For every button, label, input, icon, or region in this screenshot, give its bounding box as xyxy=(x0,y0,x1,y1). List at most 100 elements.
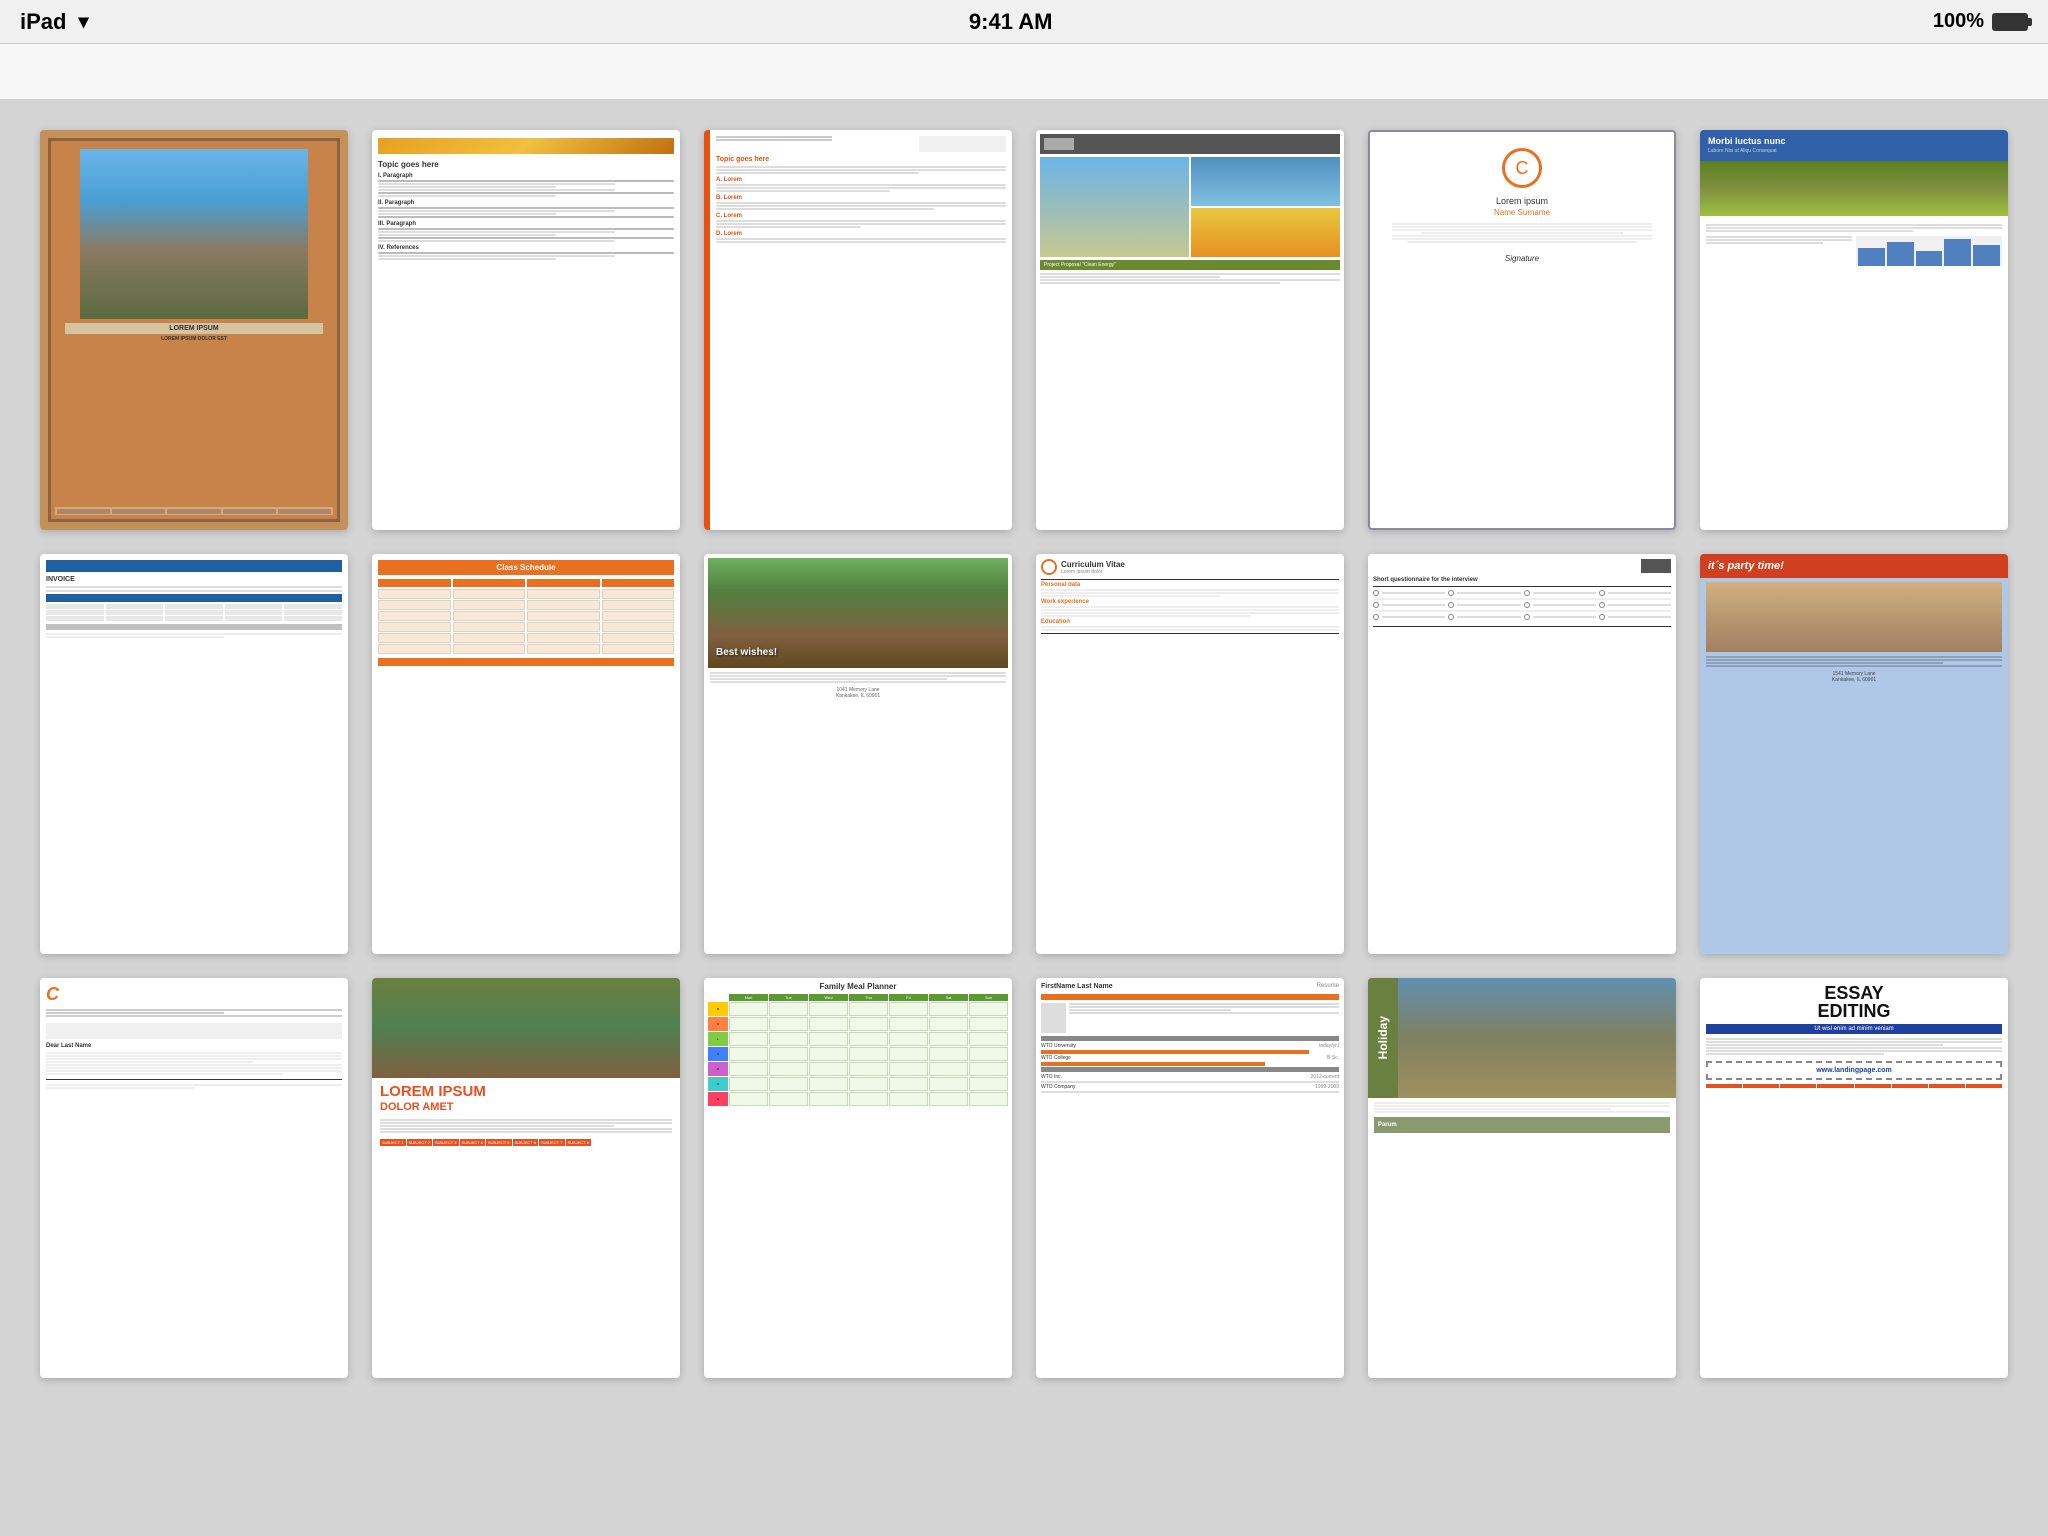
cv-title: Curriculum Vitae xyxy=(1061,560,1125,569)
letterhead-signature: Signature xyxy=(1505,254,1539,263)
cv-section-work: Work experience xyxy=(1041,599,1339,605)
schedule-row xyxy=(378,622,674,632)
schedule-row xyxy=(378,589,674,599)
orange-doc-title: Topic goes here xyxy=(716,156,1006,163)
schedule-row xyxy=(378,600,674,610)
meal-planner-title: Family Meal Planner xyxy=(708,982,1008,991)
template-resume[interactable]: FirstName Last Name Resume WTO Universit… xyxy=(1036,978,1344,1378)
newsletter-subtitle: Labore Nisi ut Aliqu Consequat xyxy=(1708,148,2000,154)
meal-planner-grid: B S xyxy=(708,1002,1008,1106)
essay-title: ESSAYEDITING xyxy=(1706,984,2002,1020)
letter-logo: C xyxy=(46,984,342,1005)
cv-section-personal: Personal data xyxy=(1041,582,1339,588)
template-holiday[interactable]: Holiday Parum xyxy=(1368,978,1676,1378)
resume-label: Resume xyxy=(1317,983,1339,990)
template-newsletter[interactable]: Morbi luctus nunc Labore Nisi ut Aliqu C… xyxy=(1700,130,2008,530)
invoice-total xyxy=(46,624,342,630)
template-business-letter[interactable]: C Dear Last Name xyxy=(40,978,348,1378)
corkboard-strip xyxy=(55,507,333,515)
navigation-bar xyxy=(0,44,2048,100)
corkboard-title: LOREM IPSUM xyxy=(65,323,322,334)
template-invoice[interactable]: INVOICE xyxy=(40,554,348,954)
schedule-col-period xyxy=(378,579,451,587)
topic-section-4: IV. References xyxy=(378,245,674,251)
resume-photo xyxy=(1041,1003,1066,1033)
corkboard-subtitle: LOREM IPSUM DOLOR EST xyxy=(51,336,337,342)
greeting-card-image: Best wishes! xyxy=(708,558,1008,668)
template-orange-border[interactable]: Topic goes here A. Lorem B. Lorem C. Lor… xyxy=(704,130,1012,530)
invoice-title: INVOICE xyxy=(46,576,342,583)
schedule-title: Class Schedule xyxy=(378,560,674,575)
invoice-header xyxy=(46,560,342,572)
flyer-title: LOREM IPSUM xyxy=(380,1084,672,1101)
invoice-table-header xyxy=(46,594,342,602)
letter-salutation: Dear Last Name xyxy=(46,1043,342,1049)
essay-website-box: www.landingpage.com xyxy=(1706,1061,2002,1080)
party-title: it´s party time! xyxy=(1708,560,2000,572)
questionnaire-logo xyxy=(1641,559,1671,573)
schedule-footer xyxy=(378,658,674,666)
template-project-proposal[interactable]: Project Proposal "Clean Energy" xyxy=(1036,130,1344,530)
topic-section-1: I. Paragraph xyxy=(378,173,674,179)
template-party-invitation[interactable]: it´s party time! 1541 Memory LaneKankake… xyxy=(1700,554,2008,954)
resume-name: FirstName Last Name xyxy=(1041,983,1113,990)
schedule-row xyxy=(378,611,674,621)
proposal-logo xyxy=(1044,138,1074,150)
battery-percent: 100% xyxy=(1933,10,1984,33)
party-photo xyxy=(1706,582,2002,652)
letter-recipient xyxy=(46,1023,342,1039)
template-greeting-card[interactable]: Best wishes! 1041 Memory LaneKankakee, I… xyxy=(704,554,1012,954)
greeting-card-address: 1041 Memory LaneKankakee, IL 60901 xyxy=(710,687,1006,699)
wifi-icon: ▾ xyxy=(78,9,88,34)
holiday-title: Holiday xyxy=(1376,1016,1390,1059)
essay-website: www.landingpage.com xyxy=(1712,1067,1996,1074)
corkboard-photo xyxy=(80,149,309,319)
topic-section-3: III. Paragraph xyxy=(378,221,674,227)
template-corkboard[interactable]: LOREM IPSUM LOREM IPSUM DOLOR EST xyxy=(40,130,348,530)
flyer-subtitle: DOLOR AMET xyxy=(380,1101,672,1113)
holiday-image: Holiday xyxy=(1368,978,1676,1098)
greeting-card-text: Best wishes! xyxy=(716,647,777,658)
battery-icon xyxy=(1992,13,2028,31)
status-right: 100% xyxy=(1933,10,2028,33)
document-grid: LOREM IPSUM LOREM IPSUM DOLOR EST Topic … xyxy=(40,130,2008,1378)
status-left: iPad ▾ xyxy=(20,9,89,35)
questionnaire-title: Short questionnaire for the interview xyxy=(1373,577,1671,583)
topic-section-2: II. Paragraph xyxy=(378,200,674,206)
flyer-image xyxy=(372,978,680,1078)
device-label: iPad xyxy=(20,9,66,35)
proposal-title: Project Proposal "Clean Energy" xyxy=(1040,260,1340,270)
letterhead-subtitle: Name Surname xyxy=(1494,208,1550,217)
schedule-row xyxy=(378,633,674,643)
newsletter-title: Morbi luctus nunc xyxy=(1708,136,2000,146)
essay-subtitle: Ut wisl enim ad minim veniam xyxy=(1706,1024,2002,1034)
parum-text: Parum xyxy=(1378,1122,1397,1128)
status-bar: iPad ▾ 9:41 AM 100% xyxy=(0,0,2048,44)
template-cv[interactable]: Curriculum Vitae Lorem ipsum dolor Perso… xyxy=(1036,554,1344,954)
cv-section-education: Education xyxy=(1041,619,1339,625)
template-questionnaire[interactable]: Short questionnaire for the interview xyxy=(1368,554,1676,954)
template-topic[interactable]: Topic goes here I. Paragraph II. Paragra… xyxy=(372,130,680,530)
newsletter-image xyxy=(1700,161,2008,216)
topic-header-decoration xyxy=(378,138,674,154)
time-display: 9:41 AM xyxy=(969,9,1053,35)
template-class-schedule[interactable]: Class Schedule xyxy=(372,554,680,954)
template-letterhead[interactable]: C Lorem ipsum Name Surname Signature xyxy=(1368,130,1676,530)
letterhead-title: Lorem ipsum xyxy=(1496,196,1548,206)
corkboard-background: LOREM IPSUM LOREM IPSUM DOLOR EST xyxy=(48,138,340,522)
proposal-images xyxy=(1040,157,1340,257)
template-meal-planner[interactable]: Family Meal Planner Mon Tue Wed Thu Fri … xyxy=(704,978,1012,1378)
resume-section-work xyxy=(1041,1067,1339,1072)
schedule-row xyxy=(378,644,674,654)
resume-section-education xyxy=(1041,1036,1339,1041)
cv-logo xyxy=(1041,559,1057,575)
letterhead-logo: C xyxy=(1502,148,1542,188)
main-content: LOREM IPSUM LOREM IPSUM DOLOR EST Topic … xyxy=(0,100,2048,1536)
newsletter-chart xyxy=(1856,236,2002,266)
party-address: 1541 Memory LaneKankakee, IL 60901 xyxy=(1706,671,2002,683)
template-flyer[interactable]: LOREM IPSUM DOLOR AMET SUBJECT 1 SUBJECT… xyxy=(372,978,680,1378)
flyer-tags: SUBJECT 1 SUBJECT 2 SUBJECT 3 SUBJECT 4 … xyxy=(380,1139,672,1146)
holiday-parum: Parum xyxy=(1374,1117,1670,1133)
template-essay-editing[interactable]: ESSAYEDITING Ut wisl enim ad minim venia… xyxy=(1700,978,2008,1378)
topic-title: Topic goes here xyxy=(378,160,674,169)
